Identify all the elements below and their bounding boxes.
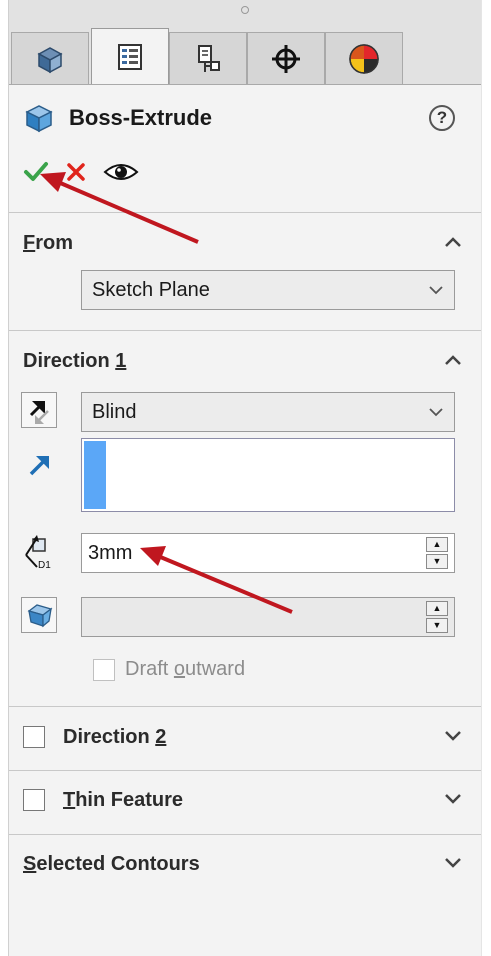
graphics-area-edge [481,0,491,956]
dimxpert-manager-icon [272,44,300,73]
expand-chevron-icon[interactable] [441,787,465,811]
selection-focus-bar [84,441,106,509]
section-divider [9,330,481,331]
spin-down-button[interactable]: ▼ [426,618,448,633]
reverse-direction-icon [29,401,49,424]
depth-dimension-icon: D1 [25,535,51,571]
tab-configuration-manager[interactable] [169,32,247,84]
chevron-down-icon [429,408,443,417]
cancel-button[interactable] [65,161,87,183]
direction-vector-icon [29,456,49,476]
collapse-chevron-icon[interactable] [441,230,465,254]
expand-chevron-icon[interactable] [441,851,465,875]
start-condition-value: Sketch Plane [92,278,210,301]
help-button[interactable]: ? [429,105,455,131]
direction2-checkbox[interactable] [23,726,45,748]
start-condition-dropdown[interactable]: Sketch Plane [81,270,455,310]
section-direction1-title[interactable]: Direction 1 [23,350,126,373]
tab-feature-manager[interactable] [11,32,89,84]
depth-spinner[interactable]: ▲ ▼ [426,537,448,569]
section-divider [9,770,481,771]
thin-feature-checkbox[interactable] [23,789,45,811]
tab-dimxpert-manager[interactable] [247,32,325,84]
section-from-title[interactable]: From [23,232,73,255]
display-manager-icon [349,43,379,74]
feature-manager-icon [37,46,63,73]
tab-display-manager[interactable] [325,32,403,84]
section-divider [9,212,481,213]
draft-icon [27,604,53,628]
spin-down-button[interactable]: ▼ [426,554,448,569]
end-condition-value: Blind [92,400,137,423]
tab-bar-divider [9,84,481,85]
end-condition-dropdown[interactable]: Blind [81,392,455,432]
configuration-manager-icon [198,44,220,72]
draft-outward-checkbox[interactable] [93,658,115,681]
section-divider [9,834,481,835]
section-divider [9,706,481,707]
section-direction2-title[interactable]: Direction 2 [63,726,166,749]
boss-extrude-icon [25,105,53,133]
reverse-direction-button[interactable] [21,392,57,428]
depth-input[interactable]: 3mm ▲ ▼ [81,533,455,573]
draft-angle-spinner[interactable]: ▲ ▼ [426,601,448,633]
ok-button[interactable] [23,159,49,185]
expand-chevron-icon[interactable] [441,724,465,748]
manager-tab-bar [9,0,481,85]
chevron-down-icon [429,286,443,295]
splitter-handle[interactable] [241,6,249,14]
property-manager-icon [118,44,142,70]
collapse-chevron-icon[interactable] [441,348,465,372]
svg-text:D1: D1 [38,560,51,571]
draft-outward-option[interactable]: Draft outward [93,658,245,681]
tab-property-manager[interactable] [91,28,169,85]
page-title: Boss-Extrude [69,105,213,130]
direction-reference-selection-box[interactable] [81,438,455,512]
draft-toggle-button[interactable] [21,597,57,633]
action-buttons [23,155,139,189]
draft-angle-input[interactable]: ▲ ▼ [81,597,455,637]
feature-header: Boss-Extrude [23,100,212,136]
section-selected-contours-title[interactable]: Selected Contours [23,853,200,876]
section-thin-feature-title[interactable]: Thin Feature [63,789,183,812]
property-manager-panel: Boss-Extrude ? From Sketch Plane Directi… [8,0,481,956]
preview-eye-button[interactable] [103,159,139,185]
spin-up-button[interactable]: ▲ [426,601,448,616]
spin-up-button[interactable]: ▲ [426,537,448,552]
draft-outward-label: Draft outward [125,658,246,680]
depth-value: 3mm [88,541,133,564]
